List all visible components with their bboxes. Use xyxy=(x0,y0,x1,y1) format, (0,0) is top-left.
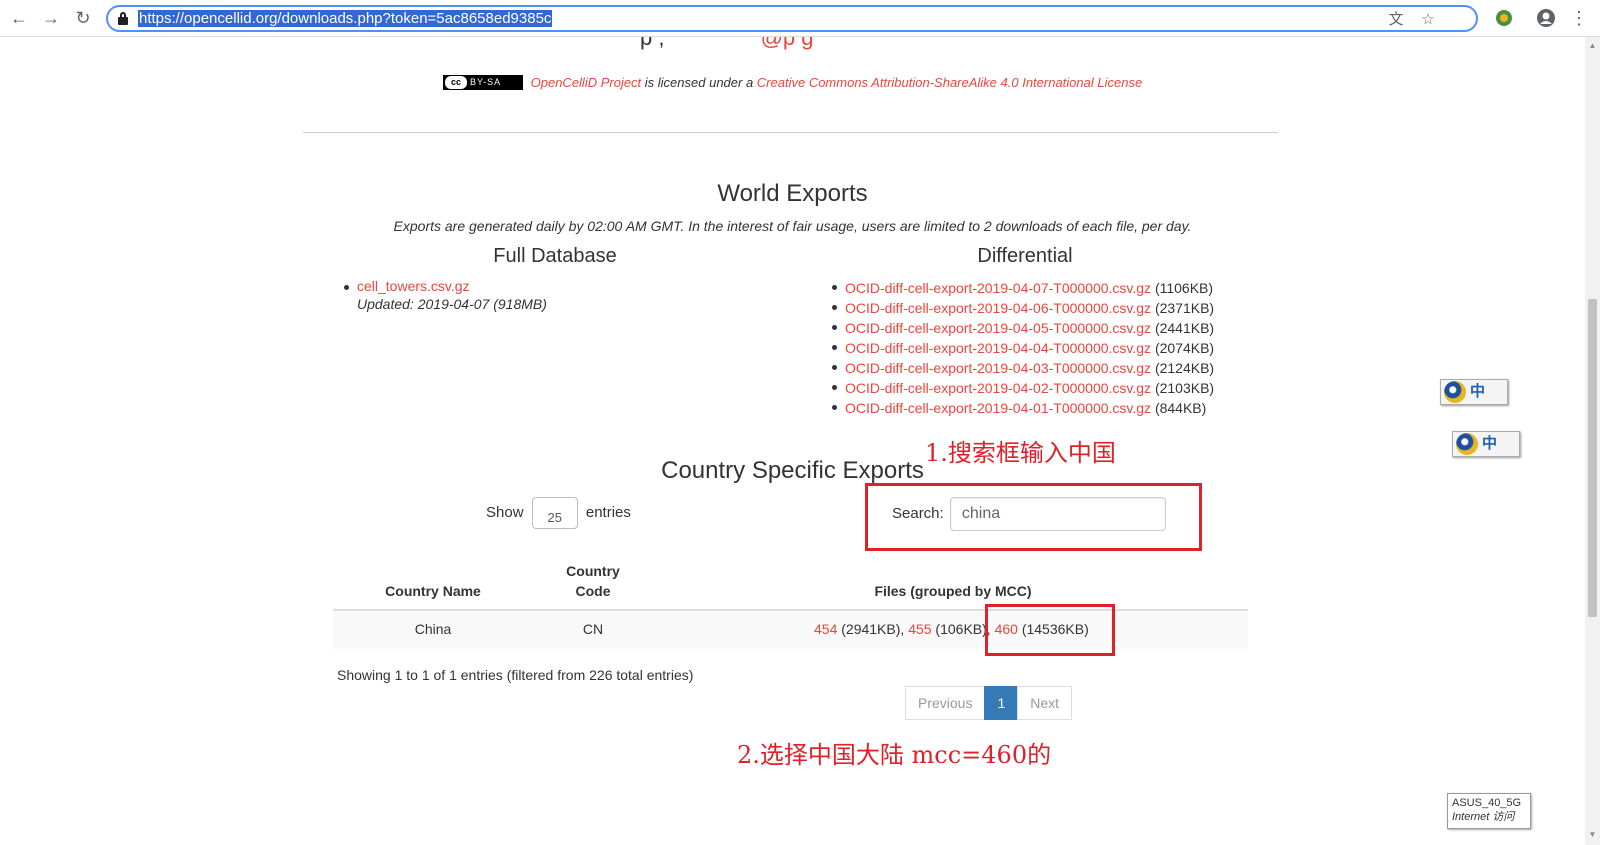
page-content: p , @p g cc BY-SA OpenCelliD Project is … xyxy=(0,37,1585,845)
ime-logo-icon xyxy=(1456,433,1478,455)
divider xyxy=(303,132,1278,133)
back-icon[interactable]: ← xyxy=(8,7,30,29)
diff-file-link[interactable]: OCID-diff-cell-export-2019-04-07-T000000… xyxy=(845,280,1151,296)
entries-label: entries xyxy=(585,503,631,521)
world-exports-note: Exports are generated daily by 02:00 AM … xyxy=(393,218,1192,234)
list-item: OCID-diff-cell-export-2019-04-05-T000000… xyxy=(831,318,1215,338)
annotation-step2: 2.选择中国大陆 mcc=460的 xyxy=(737,741,1052,769)
ime-logo-icon xyxy=(1444,381,1466,403)
cell-country-code: CN xyxy=(582,621,604,637)
cc-license-link[interactable]: Creative Commons Attribution-ShareAlike … xyxy=(757,75,1142,90)
mcc-455-link[interactable]: 455 xyxy=(908,621,931,637)
browser-toolbar: ← → ↻ https://opencellid.org/downloads.p… xyxy=(0,0,1600,37)
next-button[interactable]: Next xyxy=(1017,686,1073,720)
full-database-list: cell_towers.csv.gz Updated: 2019-04-07 (… xyxy=(344,278,547,312)
address-bar[interactable]: https://opencellid.org/downloads.php?tok… xyxy=(106,5,1478,32)
entries-length-control: Show 25 entries xyxy=(486,497,631,529)
full-database-title: Full Database xyxy=(493,245,617,267)
cc-badge-text: cc xyxy=(445,76,467,89)
list-item: OCID-diff-cell-export-2019-04-01-T000000… xyxy=(831,398,1214,418)
diff-file-link[interactable]: OCID-diff-cell-export-2019-04-03-T000000… xyxy=(845,360,1151,376)
scroll-down-icon[interactable]: ▼ xyxy=(1588,830,1597,839)
license-middle-text: is licensed under a xyxy=(641,75,757,90)
wifi-tooltip: ASUS_40_5G Internet 访问 xyxy=(1447,793,1531,829)
cut-off-email: @p g xyxy=(760,37,814,50)
list-item: OCID-diff-cell-export-2019-04-04-T000000… xyxy=(831,338,1215,358)
ime-toolbar[interactable]: 中 xyxy=(1440,379,1508,405)
scrollbar[interactable]: ▲ ▼ xyxy=(1585,37,1600,845)
cut-off-contact-line: p , @p g xyxy=(640,37,814,51)
full-database-updated: Updated: 2019-04-07 (918MB) xyxy=(357,296,547,312)
list-item: cell_towers.csv.gz Updated: 2019-04-07 (… xyxy=(344,278,547,312)
diff-file-size: (2074KB) xyxy=(1151,340,1215,356)
cut-off-text: p , xyxy=(640,37,665,50)
diff-file-link[interactable]: OCID-diff-cell-export-2019-04-04-T000000… xyxy=(845,340,1151,356)
scroll-up-icon[interactable]: ▲ xyxy=(1588,41,1597,50)
diff-file-size: (2124KB) xyxy=(1151,360,1215,376)
diff-file-size: (2103KB) xyxy=(1151,380,1215,396)
cc-by-sa-badge[interactable]: cc BY-SA xyxy=(443,75,523,90)
list-item: OCID-diff-cell-export-2019-04-07-T000000… xyxy=(831,278,1214,298)
cell-country-name: China xyxy=(414,621,452,637)
diff-file-link[interactable]: OCID-diff-cell-export-2019-04-01-T000000… xyxy=(845,400,1151,416)
lock-icon xyxy=(118,12,128,25)
diff-file-size: (2371KB) xyxy=(1151,300,1215,316)
column-header-files[interactable]: Files (grouped by MCC) xyxy=(853,581,1053,601)
scroll-thumb[interactable] xyxy=(1588,299,1597,617)
menu-icon[interactable]: ⋮ xyxy=(1568,7,1590,29)
column-header-country-name[interactable]: Country Name xyxy=(333,581,533,601)
license-line: cc BY-SA OpenCelliD Project is licensed … xyxy=(443,75,1142,90)
mcc-454-size: (2941KB), xyxy=(837,621,909,637)
ime-mode-label: 中 xyxy=(1470,383,1486,400)
page-1-button[interactable]: 1 xyxy=(984,686,1019,720)
opencellid-project-link[interactable]: OpenCelliD Project xyxy=(531,75,642,90)
translate-icon[interactable]: 文 xyxy=(1387,11,1405,29)
reload-icon[interactable]: ↻ xyxy=(72,7,94,29)
pagination: Previous 1 Next xyxy=(905,686,1073,720)
entries-select[interactable]: 25 xyxy=(531,497,578,529)
country-exports-title: Country Specific Exports xyxy=(661,457,924,484)
column-header-country-code[interactable]: Country Code xyxy=(563,561,623,601)
previous-button[interactable]: Previous xyxy=(905,686,986,720)
diff-file-size: (2441KB) xyxy=(1151,320,1215,336)
ime-toolbar[interactable]: 中 xyxy=(1452,431,1520,457)
cell-towers-link[interactable]: cell_towers.csv.gz xyxy=(357,278,470,294)
diff-file-size: (1106KB) xyxy=(1151,280,1214,296)
diff-file-link[interactable]: OCID-diff-cell-export-2019-04-02-T000000… xyxy=(845,380,1151,396)
by-sa-badge-text: BY-SA xyxy=(470,77,502,87)
show-label: Show xyxy=(486,503,524,521)
diff-file-link[interactable]: OCID-diff-cell-export-2019-04-06-T000000… xyxy=(845,300,1151,316)
list-item: OCID-diff-cell-export-2019-04-03-T000000… xyxy=(831,358,1215,378)
differential-title: Differential xyxy=(977,245,1073,267)
forward-icon[interactable]: → xyxy=(40,7,62,29)
profile-icon[interactable] xyxy=(1536,8,1556,28)
url-text[interactable]: https://opencellid.org/downloads.php?tok… xyxy=(138,10,553,27)
star-icon[interactable]: ☆ xyxy=(1419,11,1437,29)
table-info: Showing 1 to 1 of 1 entries (filtered fr… xyxy=(337,667,694,683)
world-exports-title: World Exports xyxy=(717,180,868,207)
ime-mode-label: 中 xyxy=(1482,435,1498,452)
mcc-454-link[interactable]: 454 xyxy=(814,621,837,637)
annotation-box-mcc460 xyxy=(985,604,1115,656)
wifi-status: Internet 访问 xyxy=(1452,811,1515,823)
annotation-box-search xyxy=(865,483,1202,551)
differential-list: OCID-diff-cell-export-2019-04-07-T000000… xyxy=(831,278,1215,418)
wifi-network-name: ASUS_40_5G xyxy=(1452,797,1522,809)
list-item: OCID-diff-cell-export-2019-04-06-T000000… xyxy=(831,298,1215,318)
extension-icon[interactable] xyxy=(1494,8,1514,28)
diff-file-size: (844KB) xyxy=(1151,400,1207,416)
diff-file-link[interactable]: OCID-diff-cell-export-2019-04-05-T000000… xyxy=(845,320,1151,336)
list-item: OCID-diff-cell-export-2019-04-02-T000000… xyxy=(831,378,1215,398)
